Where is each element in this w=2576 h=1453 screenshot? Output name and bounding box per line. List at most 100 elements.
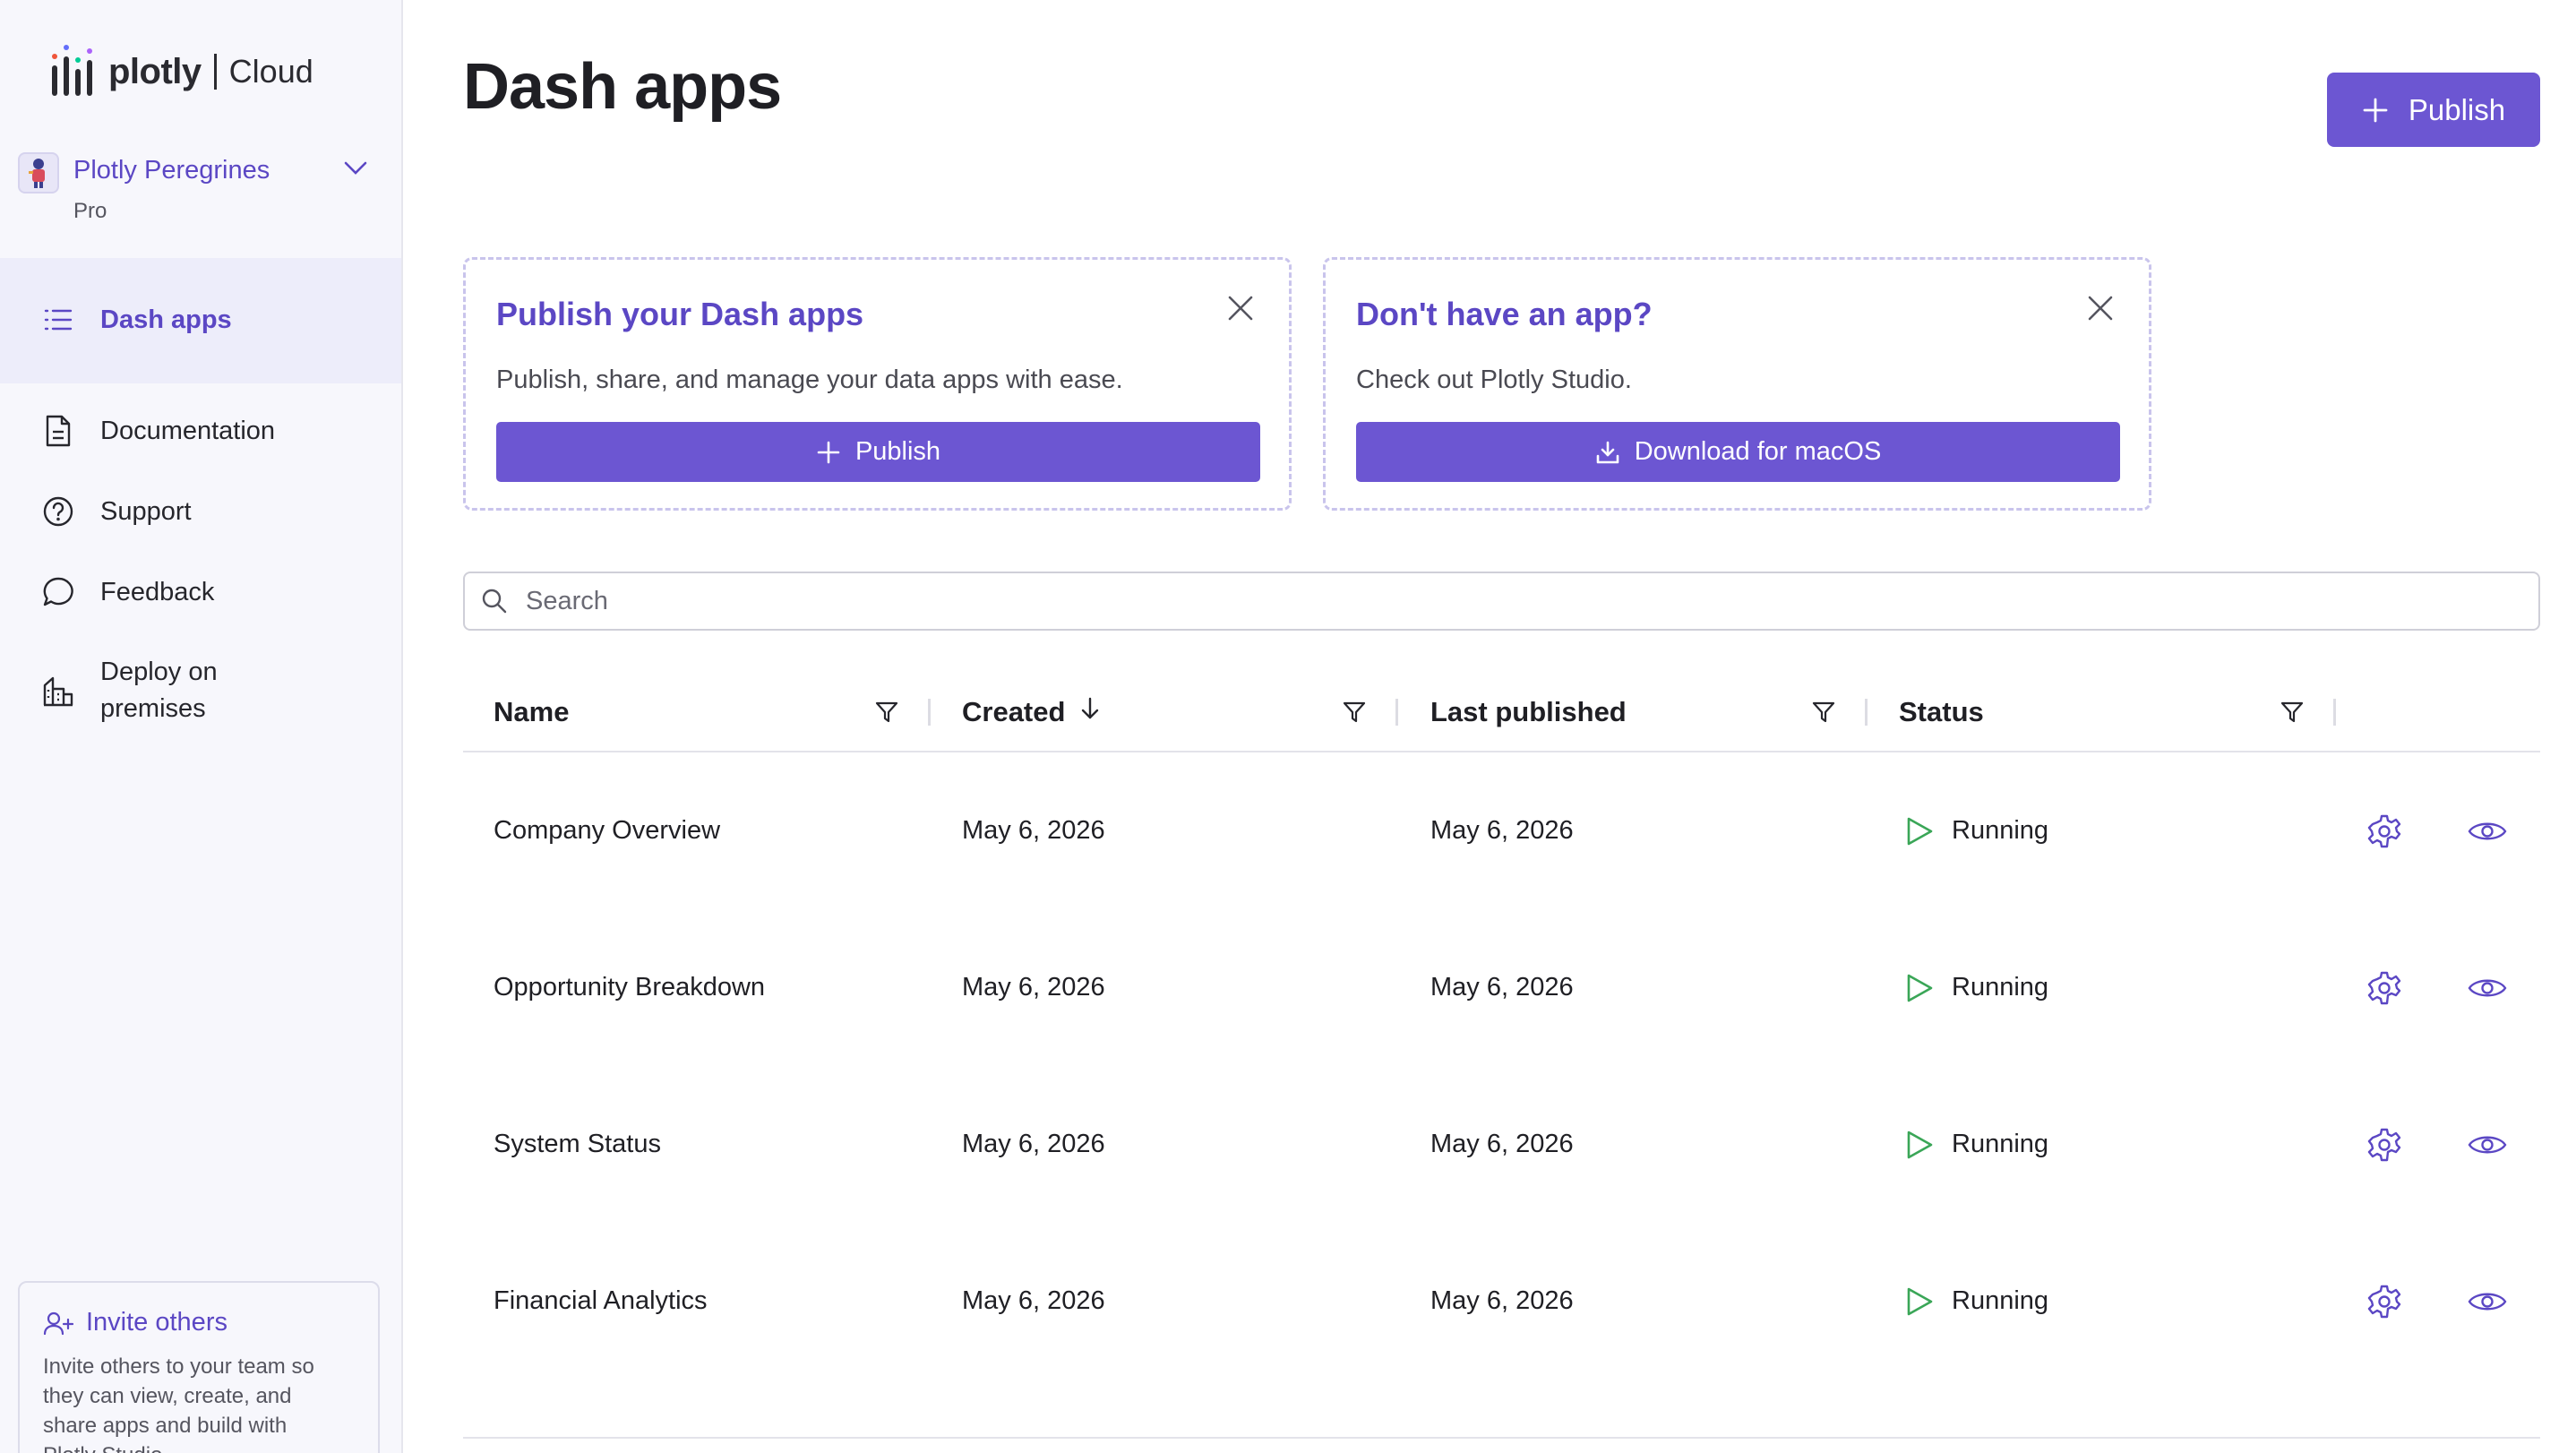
- app-name[interactable]: Opportunity Breakdown: [494, 909, 765, 1066]
- team-avatar: [18, 152, 59, 193]
- logo-product-name: Cloud: [228, 53, 313, 90]
- sidebar-item-deploy-on-premises[interactable]: Deploy on premises: [41, 654, 218, 727]
- invite-line: Plotly Studio: [43, 1440, 355, 1453]
- status-cell: Running: [1905, 909, 2048, 1066]
- sidebar-item-label-block: Deploy on premises: [100, 654, 218, 727]
- download-macos-button[interactable]: Download for macOS: [1356, 422, 2120, 482]
- created-date: May 6, 2026: [962, 973, 1105, 1002]
- invite-others-panel: Invite others Invite others to your team…: [18, 1281, 380, 1453]
- column-header-status[interactable]: Status: [1899, 674, 1984, 751]
- column-header-name[interactable]: Name: [494, 674, 569, 751]
- eye-icon[interactable]: [2464, 1282, 2511, 1321]
- column-header-created[interactable]: Created: [962, 674, 1101, 751]
- close-icon[interactable]: [1224, 292, 1257, 324]
- sidebar-item-documentation[interactable]: Documentation: [41, 414, 275, 448]
- status-cell: Running: [1905, 1223, 2048, 1380]
- team-name: Plotly Peregrines: [73, 156, 270, 185]
- column-divider[interactable]: [1865, 699, 1868, 726]
- logo-divider: [213, 54, 217, 90]
- gear-icon[interactable]: [2365, 1282, 2404, 1321]
- card-description: Publish, share, and manage your data app…: [496, 365, 1123, 394]
- column-divider[interactable]: [1395, 699, 1398, 726]
- logo-wordmark: plotly: [108, 51, 202, 91]
- card-title: Publish your Dash apps: [496, 296, 864, 332]
- building-icon: [41, 674, 75, 708]
- plus-icon: [817, 441, 840, 463]
- sidebar-item-dash-apps[interactable]: Dash apps: [41, 303, 232, 337]
- column-header-last-published[interactable]: Last published: [1430, 674, 1627, 751]
- column-divider[interactable]: [2333, 699, 2336, 726]
- search-box[interactable]: [463, 572, 2540, 631]
- play-icon: [1907, 1131, 1933, 1158]
- play-icon: [1907, 1287, 1933, 1315]
- filter-icon[interactable]: [1808, 697, 1839, 727]
- column-divider[interactable]: [928, 699, 931, 726]
- gear-icon[interactable]: [2365, 1125, 2404, 1165]
- table-row[interactable]: Financial Analytics May 6, 2026 May 6, 2…: [463, 1223, 2540, 1380]
- search-icon: [482, 589, 507, 614]
- created-date: May 6, 2026: [962, 1130, 1105, 1158]
- published-date: May 6, 2026: [1430, 1286, 1574, 1315]
- table-bottom-divider: [463, 1437, 2540, 1439]
- filter-icon[interactable]: [1339, 697, 1370, 727]
- invite-description: Invite others to your team so they can v…: [43, 1352, 355, 1453]
- document-icon: [41, 414, 75, 448]
- plotly-cloud-logo[interactable]: plotly Cloud: [52, 45, 313, 99]
- invite-title: Invite others: [86, 1308, 228, 1337]
- plotly-logo-icon: [52, 45, 92, 96]
- published-date: May 6, 2026: [1430, 816, 1574, 845]
- published-date: May 6, 2026: [1430, 973, 1574, 1002]
- publish-dash-apps-card: Publish your Dash apps Publish, share, a…: [463, 257, 1292, 511]
- sidebar-item-label: Dash apps: [100, 305, 232, 334]
- card-description: Check out Plotly Studio.: [1356, 365, 1632, 394]
- sidebar-item-label-line2: premises: [100, 694, 206, 723]
- chat-bubble-icon: [41, 575, 75, 609]
- team-switcher[interactable]: Plotly Peregrines Pro: [18, 149, 385, 229]
- team-plan: Pro: [73, 199, 107, 223]
- sidebar-item-feedback[interactable]: Feedback: [41, 575, 214, 609]
- table-row[interactable]: System Status May 6, 2026 May 6, 2026 Ru…: [463, 1066, 2540, 1223]
- sidebar-item-label-line1: Deploy on: [100, 658, 218, 686]
- invite-others-link[interactable]: Invite others: [43, 1308, 355, 1337]
- help-circle-icon: [41, 494, 75, 529]
- table-row[interactable]: Company Overview May 6, 2026 May 6, 2026…: [463, 752, 2540, 909]
- app-name[interactable]: Company Overview: [494, 752, 720, 909]
- sidebar: plotly Cloud Plotly Peregrines Pro Dash …: [0, 0, 403, 1453]
- download-icon: [1596, 441, 1619, 463]
- card-title: Don't have an app?: [1356, 296, 1653, 332]
- status-cell: Running: [1905, 752, 2048, 909]
- search-input[interactable]: [526, 586, 2496, 616]
- page-title: Dash apps: [463, 51, 782, 123]
- table-row[interactable]: Opportunity Breakdown May 6, 2026 May 6,…: [463, 909, 2540, 1066]
- app-name[interactable]: System Status: [494, 1066, 661, 1223]
- status-text: Running: [1952, 1130, 2049, 1158]
- card-publish-button[interactable]: Publish: [496, 422, 1260, 482]
- eye-icon[interactable]: [2464, 1125, 2511, 1165]
- sidebar-item-label: Documentation: [100, 416, 276, 445]
- gear-icon[interactable]: [2365, 968, 2404, 1008]
- publish-button-label: Publish: [2408, 92, 2506, 126]
- apps-table: Name Created Last published Status Compa…: [463, 674, 2540, 1380]
- play-icon: [1907, 817, 1933, 845]
- plus-icon: [2363, 98, 2388, 122]
- invite-line: they can view, create, and: [43, 1384, 292, 1408]
- gear-icon[interactable]: [2365, 812, 2404, 851]
- app-name[interactable]: Financial Analytics: [494, 1223, 708, 1380]
- filter-icon[interactable]: [2277, 697, 2307, 727]
- created-date: May 6, 2026: [962, 1286, 1105, 1315]
- card-button-label: Download for macOS: [1634, 437, 1882, 466]
- sidebar-item-label: Support: [100, 496, 192, 526]
- chevron-down-icon[interactable]: [344, 161, 367, 180]
- status-text: Running: [1952, 1286, 2049, 1315]
- published-date: May 6, 2026: [1430, 1130, 1574, 1158]
- sidebar-item-support[interactable]: Support: [41, 494, 192, 529]
- filter-icon[interactable]: [872, 697, 902, 727]
- invite-line: Invite others to your team so: [43, 1354, 314, 1379]
- close-icon[interactable]: [2084, 292, 2117, 324]
- created-date: May 6, 2026: [962, 816, 1105, 845]
- table-header: Name Created Last published Status: [463, 674, 2540, 752]
- publish-button[interactable]: Publish: [2327, 73, 2540, 147]
- eye-icon[interactable]: [2464, 812, 2511, 851]
- play-icon: [1907, 974, 1933, 1002]
- eye-icon[interactable]: [2464, 968, 2511, 1008]
